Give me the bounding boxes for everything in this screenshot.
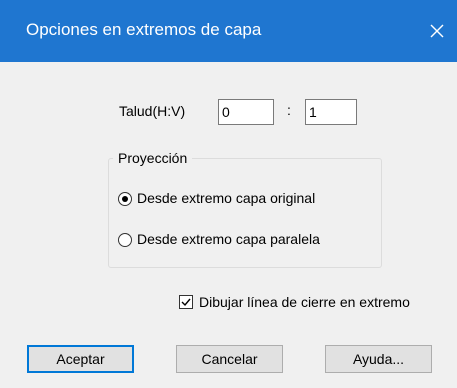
radio-selected-dot — [122, 196, 128, 202]
dialog-window: Opciones en extremos de capa Talud(H:V) … — [0, 0, 457, 388]
radio-button-original[interactable] — [118, 192, 132, 206]
help-button[interactable]: Ayuda... — [325, 345, 432, 373]
slope-label: Talud(H:V) — [119, 103, 186, 119]
accept-button-label: Aceptar — [56, 351, 105, 367]
slope-v-input[interactable] — [305, 99, 357, 125]
closing-line-label: Dibujar línea de cierre en extremo — [199, 294, 410, 310]
help-button-label: Ayuda... — [352, 351, 405, 367]
dialog-body: Talud(H:V) : Proyección Desde extremo ca… — [0, 62, 457, 388]
radio-button-parallel[interactable] — [118, 233, 132, 247]
checkmark-icon — [181, 298, 191, 307]
slope-separator: : — [287, 102, 291, 118]
projection-group-label: Proyección — [113, 150, 193, 166]
accept-button[interactable]: Aceptar — [27, 345, 134, 373]
projection-group — [108, 158, 382, 268]
radio-option-original[interactable]: Desde extremo capa original — [118, 189, 378, 209]
closing-line-option[interactable]: Dibujar línea de cierre en extremo — [179, 291, 457, 313]
slope-h-input[interactable] — [218, 99, 274, 125]
radio-option-parallel[interactable]: Desde extremo capa paralela — [118, 230, 378, 250]
cancel-button-label: Cancelar — [201, 351, 258, 367]
radio-label-parallel: Desde extremo capa paralela — [137, 231, 320, 247]
window-title: Opciones en extremos de capa — [26, 20, 262, 39]
cancel-button[interactable]: Cancelar — [176, 345, 283, 373]
title-bar: Opciones en extremos de capa — [0, 0, 457, 62]
close-icon — [429, 23, 445, 39]
closing-line-checkbox[interactable] — [179, 295, 193, 309]
close-button[interactable] — [417, 0, 457, 62]
radio-label-original: Desde extremo capa original — [137, 190, 316, 206]
